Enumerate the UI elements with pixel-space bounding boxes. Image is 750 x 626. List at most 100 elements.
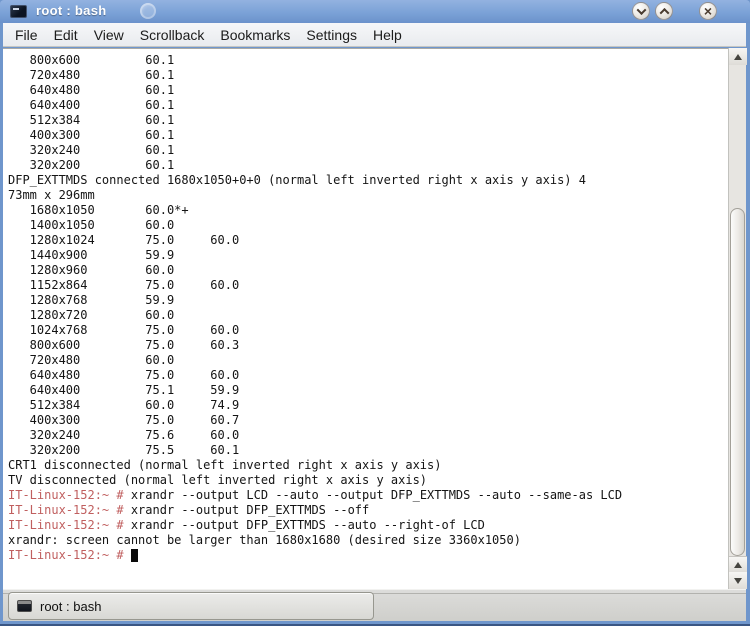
- terminal-text: 1280x1024 75.0 60.0: [8, 233, 239, 247]
- terminal-line: 640x400 60.1: [8, 98, 728, 113]
- terminal-line: 720x480 60.0: [8, 353, 728, 368]
- terminal-text: 1152x864 75.0 60.0: [8, 278, 239, 292]
- terminal-line: 400x300 75.0 60.7: [8, 413, 728, 428]
- terminal-line: TV disconnected (normal left inverted ri…: [8, 473, 728, 488]
- terminal-line: 320x200 60.1: [8, 158, 728, 173]
- menu-file[interactable]: File: [7, 25, 46, 45]
- terminal-cursor: [131, 549, 138, 562]
- scroll-up-icon: [734, 562, 742, 568]
- scroll-up-icon: [734, 54, 742, 60]
- terminal-text: 640x480 60.1: [8, 83, 174, 97]
- terminal-text: CRT1 disconnected (normal left inverted …: [8, 458, 441, 472]
- scroll-down-button[interactable]: [729, 572, 747, 589]
- menu-settings[interactable]: Settings: [298, 25, 365, 45]
- terminal-line: 512x384 60.1: [8, 113, 728, 128]
- terminal-text: 1680x1050 60.0*+: [8, 203, 189, 217]
- terminal-text: 1024x768 75.0 60.0: [8, 323, 239, 337]
- terminal-line: IT-Linux-152:~ # xrandr --output DFP_EXT…: [8, 503, 728, 518]
- terminal-text: 1280x960 60.0: [8, 263, 174, 277]
- terminal-text: xrandr: screen cannot be larger than 168…: [8, 533, 521, 547]
- terminal-text: 512x384 60.0 74.9: [8, 398, 239, 412]
- terminal-text: 720x480 60.1: [8, 68, 174, 82]
- terminal-line: 73mm x 296mm: [8, 188, 728, 203]
- scrollbar[interactable]: [728, 48, 746, 589]
- menu-bookmarks[interactable]: Bookmarks: [212, 25, 298, 45]
- menu-view[interactable]: View: [86, 25, 132, 45]
- terminal-text: 1280x720 60.0: [8, 308, 174, 322]
- scroll-down-icon: [734, 578, 742, 584]
- scrollbar-thumb[interactable]: [730, 208, 745, 556]
- terminal-line: 1400x1050 60.0: [8, 218, 728, 233]
- terminal-text: 1440x900 59.9: [8, 248, 174, 262]
- minimize-button[interactable]: [632, 2, 650, 20]
- terminal-line: xrandr: screen cannot be larger than 168…: [8, 533, 728, 548]
- shell-prompt: IT-Linux-152:~ #: [8, 548, 131, 562]
- shell-prompt: IT-Linux-152:~ #: [8, 503, 131, 517]
- terminal-text: xrandr --output LCD --auto --output DFP_…: [131, 488, 622, 502]
- window-title: root : bash: [36, 3, 106, 18]
- scroll-up-button[interactable]: [729, 48, 747, 65]
- maximize-icon: [659, 7, 669, 17]
- terminal-text: 800x600 75.0 60.3: [8, 338, 239, 352]
- menu-help[interactable]: Help: [365, 25, 410, 45]
- terminal-line: 1280x960 60.0: [8, 263, 728, 278]
- terminal-output[interactable]: 800x600 60.1 720x480 60.1 640x480 60.1 6…: [3, 48, 728, 589]
- terminal-line: 1440x900 59.9: [8, 248, 728, 263]
- terminal-icon: [17, 600, 32, 612]
- menubar: FileEditViewScrollbackBookmarksSettingsH…: [3, 23, 746, 47]
- tabbar: root : bash: [3, 589, 746, 621]
- terminal-text: 320x200 75.5 60.1: [8, 443, 239, 457]
- maximize-button[interactable]: [655, 2, 673, 20]
- shell-prompt: IT-Linux-152:~ #: [8, 488, 131, 502]
- terminal-line: CRT1 disconnected (normal left inverted …: [8, 458, 728, 473]
- terminal-text: 320x200 60.1: [8, 158, 174, 172]
- terminal-line: 512x384 60.0 74.9: [8, 398, 728, 413]
- menu-scrollback[interactable]: Scrollback: [132, 25, 213, 45]
- konsole-window: root : bash × FileEditViewScrollbackBook…: [0, 0, 750, 626]
- terminal-line: 1280x720 60.0: [8, 308, 728, 323]
- titlebar[interactable]: root : bash ×: [0, 0, 750, 23]
- terminal-line: 400x300 60.1: [8, 128, 728, 143]
- terminal-line: DFP_EXTTMDS connected 1680x1050+0+0 (nor…: [8, 173, 728, 188]
- minimize-icon: [636, 5, 646, 15]
- shell-prompt: IT-Linux-152:~ #: [8, 518, 131, 532]
- terminal-line: 1280x1024 75.0 60.0: [8, 233, 728, 248]
- menu-edit[interactable]: Edit: [46, 25, 86, 45]
- terminal-line: 320x240 75.6 60.0: [8, 428, 728, 443]
- terminal-text: 1280x768 59.9: [8, 293, 174, 307]
- terminal-line: 640x480 60.1: [8, 83, 728, 98]
- terminal-line: IT-Linux-152:~ # xrandr --output DFP_EXT…: [8, 518, 728, 533]
- terminal-line: 320x200 75.5 60.1: [8, 443, 728, 458]
- terminal-text: 720x480 60.0: [8, 353, 174, 367]
- terminal-text: 400x300 75.0 60.7: [8, 413, 239, 427]
- terminal-text: 640x480 75.0 60.0: [8, 368, 239, 382]
- tab-root-bash[interactable]: root : bash: [8, 592, 374, 620]
- terminal-line: 640x480 75.0 60.0: [8, 368, 728, 383]
- scroll-up-button-bottom[interactable]: [729, 556, 747, 573]
- terminal-text: xrandr --output DFP_EXTTMDS --auto --rig…: [131, 518, 485, 532]
- terminal-line: 800x600 75.0 60.3: [8, 338, 728, 353]
- terminal-line: 1680x1050 60.0*+: [8, 203, 728, 218]
- terminal-line: 800x600 60.1: [8, 53, 728, 68]
- terminal-text: TV disconnected (normal left inverted ri…: [8, 473, 427, 487]
- terminal-text: DFP_EXTTMDS connected 1680x1050+0+0 (nor…: [8, 173, 586, 187]
- terminal-icon: [10, 5, 27, 18]
- terminal-text: 640x400 75.1 59.9: [8, 383, 239, 397]
- konsole-watermark-icon: [140, 3, 156, 19]
- terminal-line: 1024x768 75.0 60.0: [8, 323, 728, 338]
- terminal-text: xrandr --output DFP_EXTTMDS --off: [131, 503, 369, 517]
- terminal-text: 512x384 60.1: [8, 113, 174, 127]
- tab-label: root : bash: [40, 599, 101, 614]
- terminal-text: 320x240 75.6 60.0: [8, 428, 239, 442]
- terminal-line: 1280x768 59.9: [8, 293, 728, 308]
- terminal-text: 640x400 60.1: [8, 98, 174, 112]
- terminal-line: 640x400 75.1 59.9: [8, 383, 728, 398]
- terminal-text: 400x300 60.1: [8, 128, 174, 142]
- close-icon: ×: [704, 4, 712, 18]
- terminal-text: 73mm x 296mm: [8, 188, 95, 202]
- terminal-line: IT-Linux-152:~ #: [8, 548, 728, 563]
- close-button[interactable]: ×: [699, 2, 717, 20]
- terminal-line: 1152x864 75.0 60.0: [8, 278, 728, 293]
- terminal-line: IT-Linux-152:~ # xrandr --output LCD --a…: [8, 488, 728, 503]
- terminal-text: 320x240 60.1: [8, 143, 174, 157]
